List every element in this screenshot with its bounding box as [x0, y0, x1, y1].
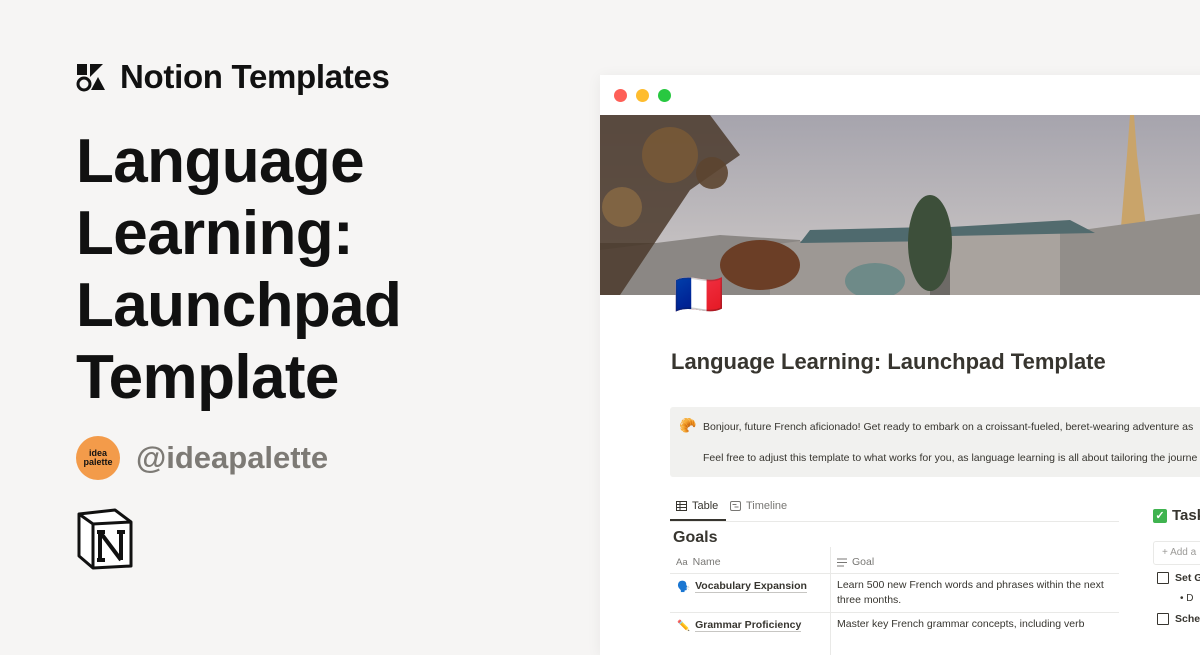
divider: [670, 573, 1119, 574]
notion-logo-icon: [75, 508, 135, 570]
database-title: Goals: [673, 529, 718, 546]
tasks-heading: ✓ Tasks: [1153, 507, 1200, 524]
task-label: Set G: [1175, 572, 1200, 584]
tab-table[interactable]: Table: [676, 500, 718, 512]
callout-line-2: Feel free to adjust this template to wha…: [703, 452, 1198, 464]
brand-name: Notion Templates: [120, 58, 390, 95]
tasks-title: Tasks: [1172, 507, 1200, 524]
table-row-name[interactable]: 🗣️ Vocabulary Expansion: [677, 580, 807, 593]
add-task-button[interactable]: + Add a: [1153, 541, 1200, 565]
headline-line: Language: [76, 127, 365, 196]
callout-line-1: Bonjour, future French aficionado! Get r…: [703, 421, 1194, 433]
table-row-name[interactable]: ✏️ Grammar Proficiency: [677, 619, 802, 632]
brand: Notion Templates: [76, 58, 390, 96]
check-mark-icon: ✓: [1153, 508, 1167, 523]
avatar: idea palette: [76, 436, 120, 480]
window-titlebar: [600, 75, 1200, 115]
headline-line: Launchpad: [76, 271, 402, 340]
tab-label: Timeline: [746, 500, 788, 512]
timeline-icon: [730, 501, 741, 511]
tab-label: Table: [692, 500, 719, 512]
task-item[interactable]: Set G: [1157, 572, 1200, 584]
text-type-icon: Aa: [676, 556, 688, 568]
avatar-text-line2: palette: [83, 457, 113, 467]
notion-window: 🇫🇷 Language Learning: Launchpad Template…: [600, 75, 1200, 655]
column-label: Goal: [852, 556, 875, 568]
croissant-icon: 🥐: [679, 417, 697, 433]
headline-line: Learning:: [76, 199, 354, 268]
divider: [670, 612, 1119, 613]
close-window-button[interactable]: [614, 89, 627, 102]
author-handle: @ideapalette: [136, 440, 329, 475]
speaking-head-icon: 🗣️: [677, 581, 691, 593]
maximize-window-button[interactable]: [658, 89, 671, 102]
column-header-goal[interactable]: Goal: [837, 556, 874, 568]
subitem-label: D: [1186, 593, 1194, 604]
column-label: Name: [692, 556, 721, 568]
row-title: Vocabulary Expansion: [695, 580, 807, 593]
tab-timeline[interactable]: Timeline: [730, 500, 787, 512]
checkbox[interactable]: [1157, 613, 1169, 625]
text-lines-icon: [837, 558, 847, 566]
page-title: Language Learning: Launchpad Template: [671, 349, 1106, 374]
table-row-goal[interactable]: Learn 500 new French words and phrases w…: [837, 578, 1117, 608]
headline: Language Learning: Launchpad Template: [76, 126, 536, 414]
author: idea palette @ideapalette: [76, 436, 328, 480]
column-divider: [830, 547, 831, 655]
column-header-name[interactable]: Aa Name: [676, 556, 721, 568]
view-tabs: Table Timeline: [670, 495, 1119, 522]
task-item[interactable]: Sche: [1157, 613, 1200, 625]
table-icon: [676, 501, 687, 511]
minimize-window-button[interactable]: [636, 89, 649, 102]
cover-image: [600, 115, 1200, 295]
active-tab-underline: [670, 519, 726, 521]
callout: 🥐 Bonjour, future French aficionado! Get…: [670, 407, 1200, 477]
notion-templates-logo-icon: [76, 62, 106, 92]
checkbox[interactable]: [1157, 572, 1169, 584]
pencil-icon: ✏️: [677, 620, 691, 632]
headline-line: Template: [76, 343, 339, 412]
page-icon[interactable]: 🇫🇷: [674, 273, 724, 317]
task-label: Sche: [1175, 613, 1200, 625]
row-title: Grammar Proficiency: [695, 619, 802, 632]
task-subitem: • D: [1180, 593, 1194, 604]
